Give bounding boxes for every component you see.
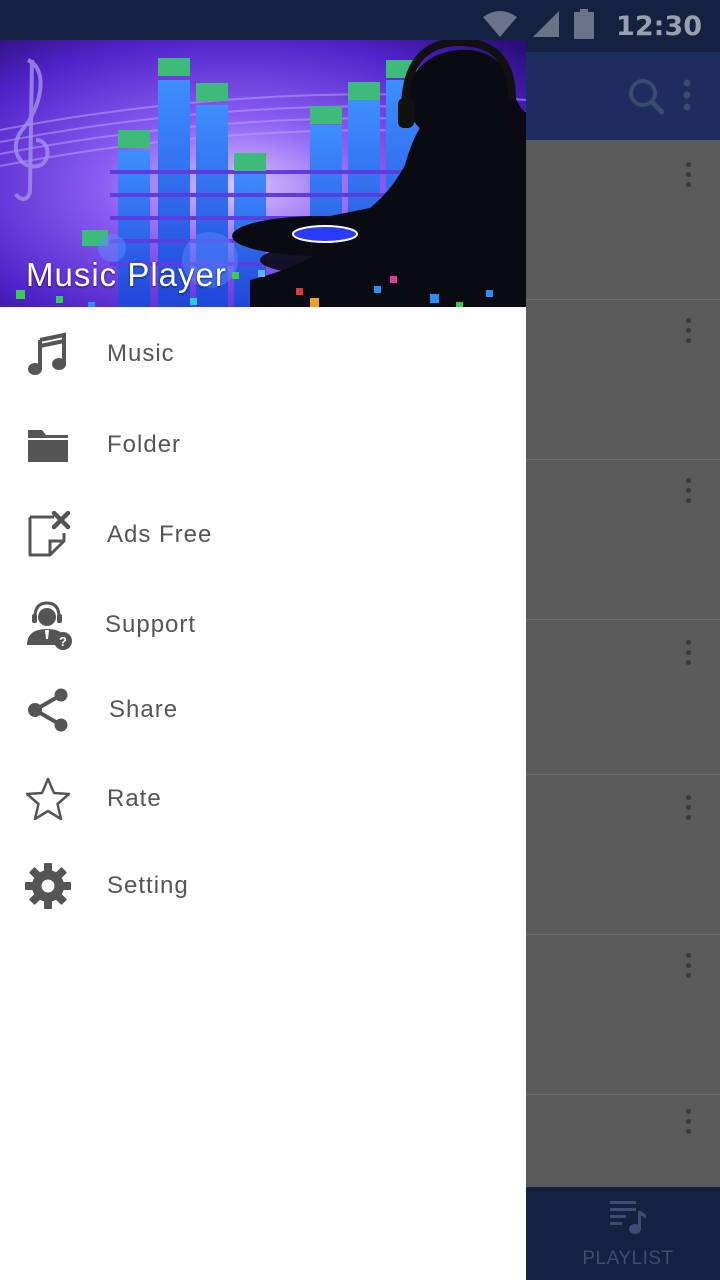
more-vert-icon[interactable] [686,1109,692,1135]
drawer-header: Music Player [0,40,526,307]
more-vert-icon[interactable] [686,795,692,821]
more-vert-icon[interactable] [686,478,692,504]
menu-label-support: Support [105,611,197,638]
cell-signal-icon [532,10,560,43]
drawer-title: Music Player [26,256,227,293]
more-vert-icon[interactable] [682,78,692,114]
menu-item-ads-free[interactable]: Ads Free [0,495,526,575]
music-note-icon [20,314,76,394]
menu-item-setting[interactable]: Setting [0,846,526,926]
playlist-label: PLAYLIST [582,1248,674,1269]
folder-icon [20,405,76,485]
star-icon [20,759,76,839]
menu-item-folder[interactable]: Folder [0,405,526,485]
more-vert-icon[interactable] [686,640,692,666]
support-agent-icon: ? [20,585,76,665]
menu-label-music: Music [107,340,175,367]
menu-label-folder: Folder [107,431,182,458]
menu-label-rate: Rate [107,785,162,812]
playlist-tab[interactable]: PLAYLIST [560,1187,696,1280]
more-vert-icon[interactable] [686,318,692,344]
more-vert-icon[interactable] [686,953,692,979]
ads-free-icon [20,495,76,575]
navigation-drawer: Music Player Music Folder Ads Free ? Sup… [0,40,526,1280]
battery-icon [574,8,595,44]
menu-item-music[interactable]: Music [0,314,526,394]
more-vert-icon[interactable] [686,162,692,188]
wifi-icon [482,10,518,43]
menu-label-ads-free: Ads Free [107,521,213,548]
menu-item-rate[interactable]: Rate [0,759,526,839]
menu-item-support[interactable]: ? Support [0,585,526,665]
search-icon[interactable] [626,76,666,116]
share-icon [20,670,76,750]
gear-icon [20,846,76,926]
menu-item-share[interactable]: Share [0,670,526,750]
status-time: 12:30 [616,10,702,42]
playlist-icon [608,1197,648,1242]
svg-text:?: ? [59,634,67,649]
menu-label-setting: Setting [107,872,189,899]
menu-label-share: Share [109,696,179,723]
